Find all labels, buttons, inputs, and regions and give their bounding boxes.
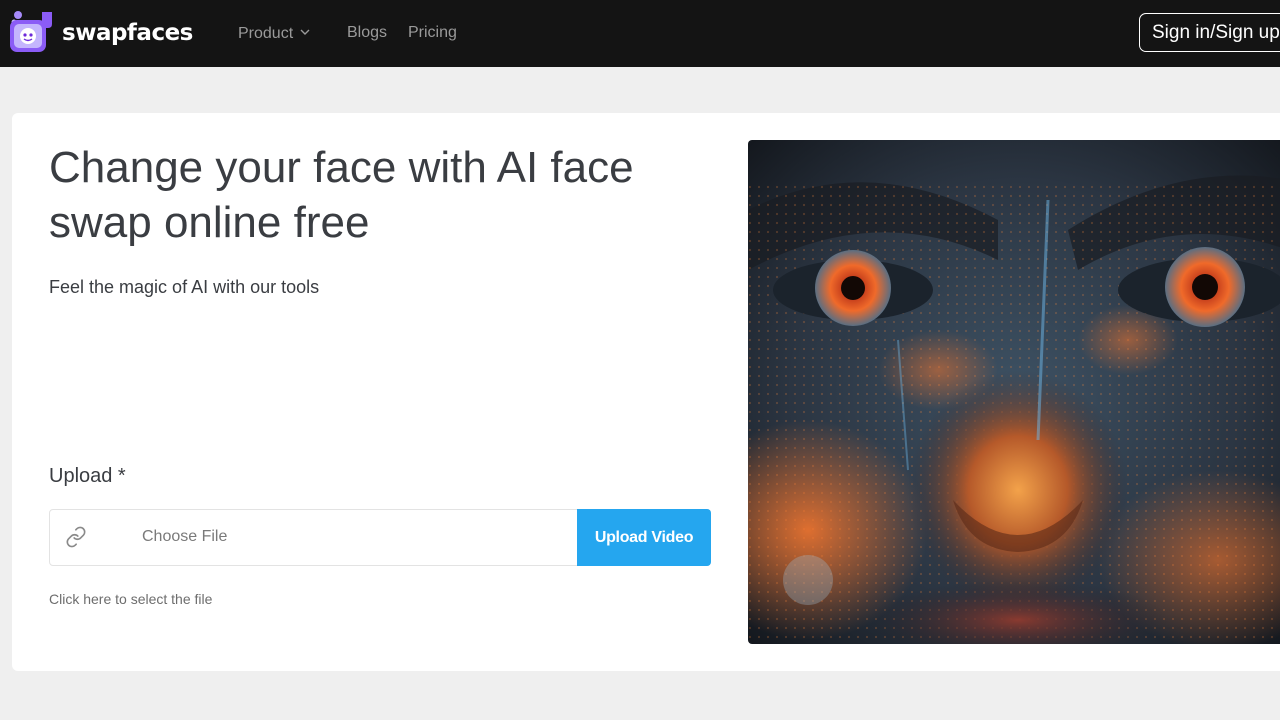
swapfaces-logo-icon[interactable] [8,8,54,54]
top-navigation-bar: swapfaces Product Blogs Pricing Sign in/… [0,0,1280,67]
nav-pricing[interactable]: Pricing [408,22,457,44]
upload-label: Upload * [49,465,126,487]
nav-product[interactable]: Product [238,23,311,45]
hero-image [748,140,1280,644]
sign-in-button[interactable]: Sign in/Sign up [1139,13,1280,52]
nav-product-label: Product [238,25,294,42]
link-icon [65,526,87,548]
upload-video-button[interactable]: Upload Video [577,509,711,566]
page-subtitle: Feel the magic of AI with our tools [49,277,320,297]
chevron-down-icon [299,23,311,45]
brand-name[interactable]: swapfaces [62,16,193,50]
choose-file-placeholder[interactable]: Choose File [142,527,227,547]
page-title: Change your face with AI face swap onlin… [49,143,634,247]
upload-hint[interactable]: Click here to select the file [49,590,212,608]
nav-blogs[interactable]: Blogs [347,22,387,44]
